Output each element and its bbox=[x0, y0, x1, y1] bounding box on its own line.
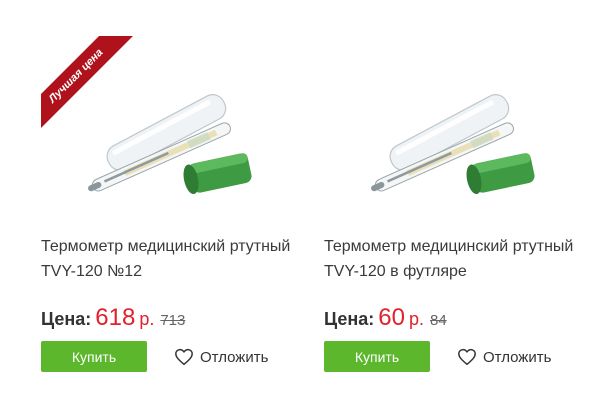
price-value: 60 bbox=[378, 304, 405, 331]
price-row: Цена: 618 р. 713 bbox=[41, 304, 185, 332]
defer-button[interactable]: Отложить bbox=[174, 343, 268, 371]
old-price: 84 bbox=[429, 312, 447, 329]
price-row: Цена: 60 р. 84 bbox=[324, 304, 447, 332]
product-title-line[interactable]: TVY-120 №12 bbox=[41, 259, 303, 284]
product-card: Лучшая цена Термометр медицинский ртутны… bbox=[41, 0, 291, 411]
buy-button[interactable]: Купить bbox=[41, 341, 147, 372]
badge-label: Лучшая цена bbox=[41, 36, 138, 138]
heart-icon bbox=[175, 348, 193, 366]
heart-icon bbox=[458, 348, 476, 366]
product-title-line[interactable]: TVY-120 в футляре bbox=[324, 259, 586, 284]
price-label: Цена: bbox=[41, 309, 92, 329]
defer-button[interactable]: Отложить bbox=[457, 343, 551, 371]
product-title[interactable]: Термометр медицинский ртутный TVY-120 в … bbox=[324, 234, 586, 284]
product-title-line[interactable]: Термометр медицинский ртутный bbox=[41, 234, 303, 259]
price-value: 618 bbox=[95, 304, 136, 331]
defer-label: Отложить bbox=[483, 348, 552, 366]
price-label: Цена: bbox=[324, 309, 375, 329]
defer-label: Отложить bbox=[200, 348, 269, 366]
price-currency: р. bbox=[139, 309, 155, 329]
buy-button[interactable]: Купить bbox=[324, 341, 430, 372]
product-card: Термометр медицинский ртутный TVY-120 в … bbox=[324, 0, 574, 411]
product-image[interactable] bbox=[324, 36, 574, 226]
price-currency: р. bbox=[408, 309, 424, 329]
thermometer-image bbox=[371, 94, 535, 195]
product-title[interactable]: Термометр медицинский ртутный TVY-120 №1… bbox=[41, 234, 303, 284]
old-price: 713 bbox=[160, 312, 186, 329]
product-title-line[interactable]: Термометр медицинский ртутный bbox=[324, 234, 586, 259]
best-price-badge: Лучшая цена bbox=[41, 36, 151, 146]
